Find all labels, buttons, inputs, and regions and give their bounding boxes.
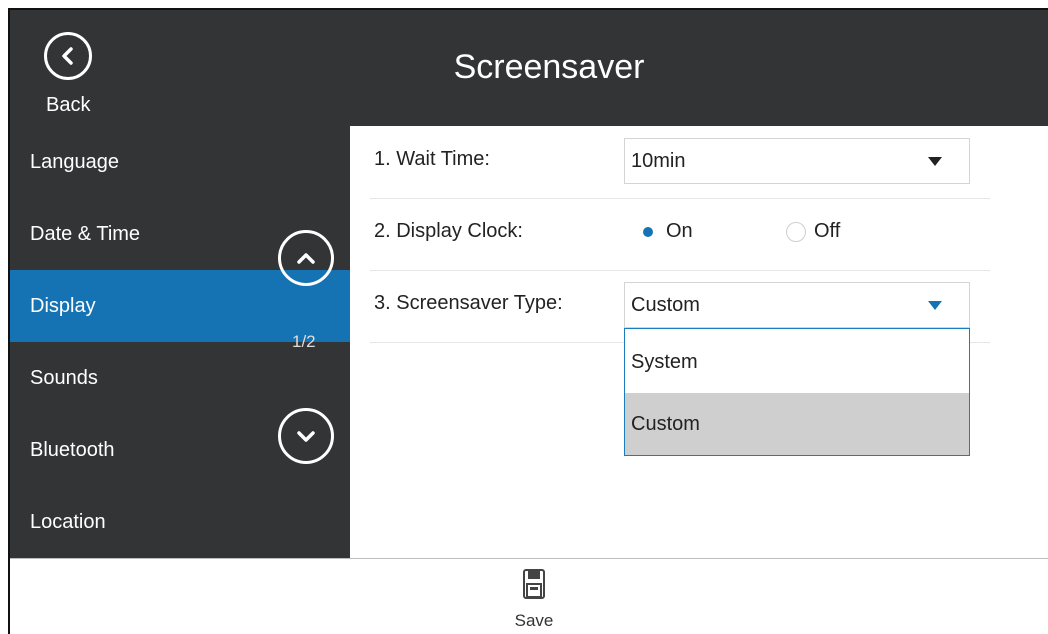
page-up-button[interactable] — [278, 230, 334, 286]
back-label: Back — [46, 94, 91, 116]
header-bar: Back Screensaver — [10, 10, 1048, 126]
dropdown-arrow-icon — [928, 301, 942, 310]
dropdown-option-custom[interactable]: Custom — [625, 393, 969, 455]
bottom-softkey-bar: Save — [10, 558, 1048, 634]
dropdown-arrow-icon — [928, 157, 942, 166]
sidebar-item-location[interactable]: Location — [10, 486, 350, 558]
save-button[interactable]: Save — [508, 569, 560, 633]
sidebar-item-label: Display — [30, 295, 96, 317]
save-label: Save — [514, 611, 554, 630]
option-label: System — [631, 351, 698, 373]
radio-label: On — [666, 220, 693, 242]
sidebar-item-language[interactable]: Language — [10, 126, 350, 198]
dropdown-option-system[interactable]: System — [625, 331, 969, 393]
radio-unselected-icon — [786, 222, 806, 242]
page-title: Screensaver — [453, 48, 645, 86]
screensaver-type-value: Custom — [631, 294, 700, 316]
sidebar-item-label: Language — [30, 151, 119, 173]
sidebar-item-label: Date & Time — [30, 223, 141, 245]
display-clock-label: 2. Display Clock: — [374, 220, 523, 242]
sidebar-item-sounds[interactable]: Sounds — [10, 342, 350, 414]
sidebar-item-label: Bluetooth — [30, 439, 115, 461]
sidebar: Language Date & Time Display Sounds Blue… — [10, 126, 350, 558]
wait-time-label: 1. Wait Time: — [374, 148, 490, 170]
save-icon — [523, 569, 545, 599]
page-down-button[interactable] — [278, 408, 334, 464]
sidebar-item-label: Location — [30, 511, 106, 533]
screensaver-type-dropdown: System Custom — [624, 328, 970, 456]
screensaver-type-label: 3. Screensaver Type: — [374, 292, 563, 314]
radio-label: Off — [814, 220, 841, 242]
settings-panel: 1. Wait Time: 10min 2. Display Clock: On… — [350, 126, 1048, 558]
device-screen: Back Screensaver Language Date & Time Di… — [8, 8, 1048, 634]
screensaver-type-select[interactable]: Custom — [624, 282, 970, 328]
chevron-down-icon — [297, 431, 315, 442]
setting-row-display-clock: 2. Display Clock: On Off — [370, 198, 990, 271]
radio-selected-icon — [638, 222, 658, 242]
option-label: Custom — [631, 413, 700, 435]
wait-time-value: 10min — [631, 150, 686, 172]
chevron-up-icon — [297, 253, 315, 264]
setting-row-wait-time: 1. Wait Time: 10min — [370, 126, 990, 199]
sidebar-item-label: Sounds — [30, 367, 98, 389]
page-indicator: 1/2 — [292, 332, 316, 351]
wait-time-select[interactable]: 10min — [624, 138, 970, 184]
